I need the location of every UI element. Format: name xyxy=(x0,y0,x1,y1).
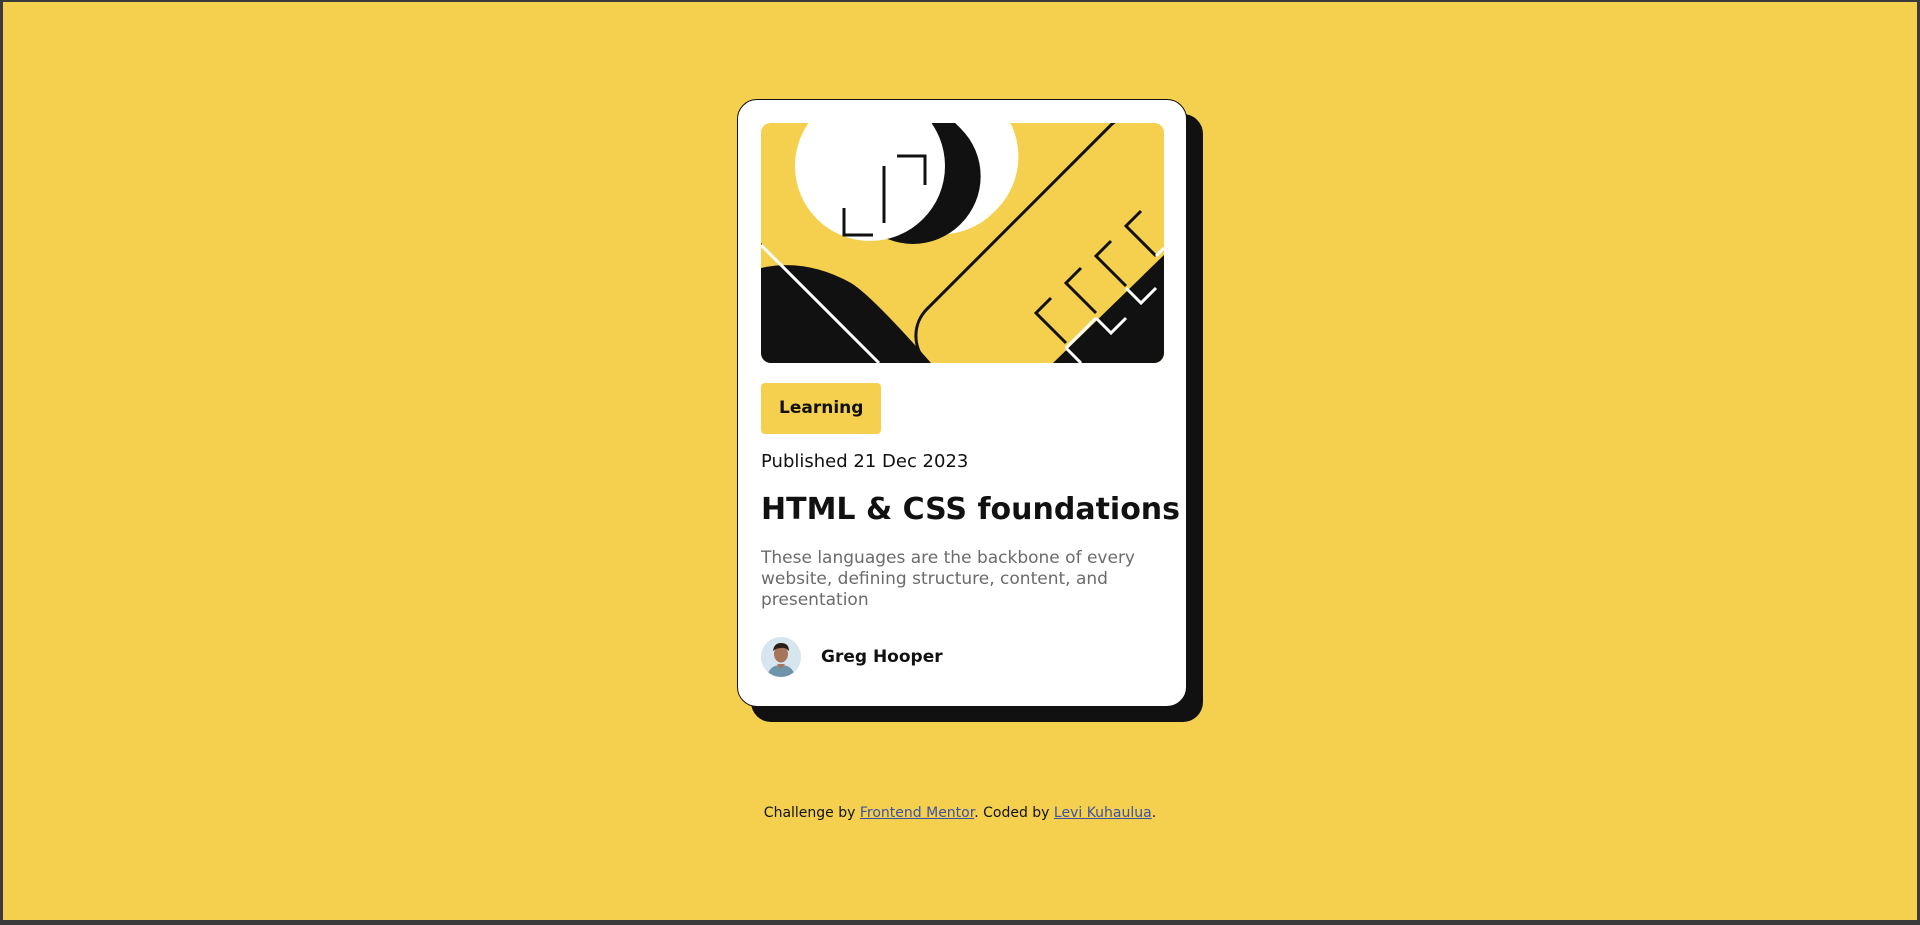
footer-middle: . Coded by xyxy=(974,805,1054,821)
author-avatar-icon xyxy=(761,637,801,677)
page-background: Learning Published 21 Dec 2023 HTML & CS… xyxy=(3,2,1917,920)
card-title[interactable]: HTML & CSS foundations xyxy=(761,492,1180,527)
footer-suffix: . xyxy=(1151,805,1157,821)
author-name: Greg Hooper xyxy=(821,647,943,667)
blog-preview-card: Learning Published 21 Dec 2023 HTML & CS… xyxy=(737,99,1187,707)
author: Greg Hooper xyxy=(761,637,943,677)
attribution-footer: Challenge by Frontend Mentor. Coded by L… xyxy=(3,805,1917,821)
footer-prefix: Challenge by xyxy=(763,805,860,821)
abstract-illustration-icon xyxy=(761,123,1164,363)
card-description: These languages are the backbone of ever… xyxy=(761,548,1135,610)
frontend-mentor-link[interactable]: Frontend Mentor xyxy=(860,805,974,821)
category-tag: Learning xyxy=(761,383,882,434)
published-date: Published 21 Dec 2023 xyxy=(761,451,969,472)
hero-illustration xyxy=(761,123,1164,363)
coder-link[interactable]: Levi Kuhaulua xyxy=(1054,805,1152,821)
